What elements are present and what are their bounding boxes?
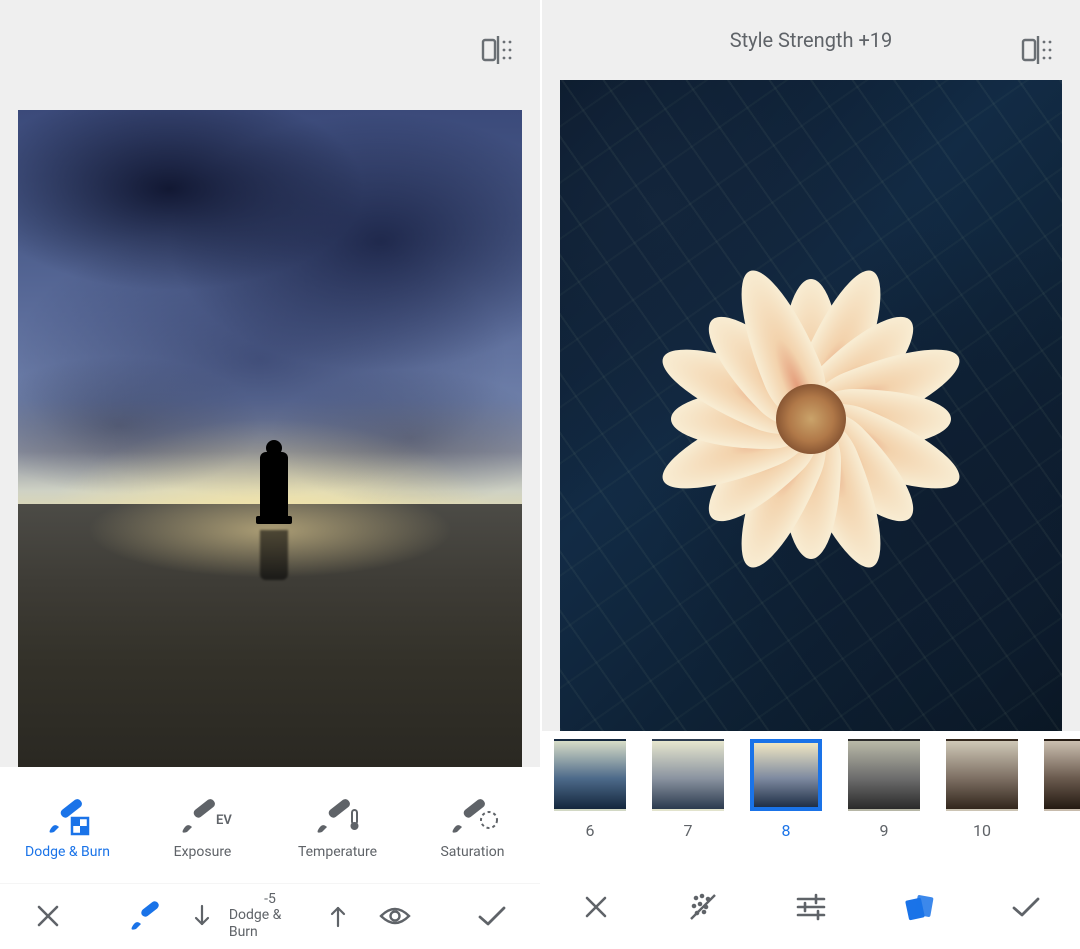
image-preview[interactable]	[560, 80, 1062, 731]
compare-icon	[1022, 36, 1054, 64]
cancel-button[interactable]	[0, 903, 96, 929]
style-label: 7	[684, 821, 693, 840]
style-label: 10	[973, 821, 991, 840]
tool-exposure[interactable]: EV Exposure	[135, 796, 270, 860]
header-title: Style Strength +19	[730, 28, 893, 52]
style-thumb-7[interactable]: 7	[652, 739, 724, 840]
style-thumb-6[interactable]: 6	[554, 739, 626, 840]
mask-preview-button[interactable]	[347, 905, 443, 927]
toolbar: Dodge & Burn EV Exposure	[0, 767, 540, 949]
brush-mode-button[interactable]	[96, 901, 192, 931]
brush-action-row: -5 Dodge & Burn	[0, 883, 540, 947]
style-action-row	[542, 865, 1080, 949]
topbar: Style Strength +19	[542, 0, 1080, 80]
compare-button[interactable]	[476, 32, 520, 68]
editor-pane-styles: Style Strength +19 6 7 8 9	[540, 0, 1080, 949]
check-icon	[477, 904, 507, 928]
toolbar: 6 7 8 9 10	[542, 731, 1080, 949]
cancel-button[interactable]	[542, 894, 650, 920]
styles-icon	[904, 893, 934, 921]
brush-strength-readout: -5 Dodge & Burn	[229, 891, 311, 939]
compare-icon	[482, 36, 514, 64]
arrow-down-icon	[193, 904, 211, 928]
check-icon	[1011, 895, 1041, 919]
tool-label: Dodge & Burn	[25, 844, 110, 860]
style-label: 8	[782, 821, 791, 840]
tool-label: Temperature	[298, 844, 377, 860]
styles-button[interactable]	[865, 893, 973, 921]
flower-illustration	[651, 259, 971, 579]
apply-button[interactable]	[972, 895, 1080, 919]
brush-tool-tabs: Dodge & Burn EV Exposure	[0, 773, 540, 883]
tune-button[interactable]	[757, 894, 865, 920]
brush-strength-stepper[interactable]: -5 Dodge & Burn	[193, 891, 347, 939]
editor-pane-brush: Dodge & Burn EV Exposure	[0, 0, 540, 949]
tool-label: Exposure	[174, 844, 232, 860]
close-icon	[35, 903, 61, 929]
arrow-up-icon	[329, 904, 347, 928]
style-thumb-11[interactable]	[1044, 739, 1080, 821]
brush-tool-name: Dodge & Burn	[229, 907, 311, 939]
svg-text:EV: EV	[216, 813, 232, 828]
tool-saturation[interactable]: Saturation	[405, 796, 540, 860]
topbar	[0, 0, 540, 80]
style-thumb-8[interactable]: 8	[750, 739, 822, 840]
tool-temperature[interactable]: Temperature	[270, 796, 405, 860]
tool-label: Saturation	[440, 844, 504, 860]
eye-icon	[379, 905, 411, 927]
style-thumb-10[interactable]: 10	[946, 739, 1018, 840]
sparkle-off-icon	[688, 892, 718, 922]
style-label: 6	[586, 821, 595, 840]
close-icon	[583, 894, 609, 920]
style-thumbnails[interactable]: 6 7 8 9 10	[542, 731, 1080, 865]
brush-active-icon	[128, 901, 162, 931]
shuffle-button[interactable]	[650, 892, 758, 922]
style-label: 9	[880, 821, 889, 840]
compare-button[interactable]	[1016, 32, 1060, 68]
apply-button[interactable]	[444, 904, 540, 928]
image-preview[interactable]	[18, 110, 522, 767]
brush-ev-icon: EV	[177, 796, 229, 836]
sliders-icon	[796, 894, 826, 920]
brush-icon	[44, 796, 92, 836]
tool-dodge-burn[interactable]: Dodge & Burn	[0, 796, 135, 860]
style-thumb-9[interactable]: 9	[848, 739, 920, 840]
brush-sat-icon	[447, 796, 499, 836]
brush-value: -5	[264, 891, 276, 907]
brush-temp-icon	[312, 796, 364, 836]
